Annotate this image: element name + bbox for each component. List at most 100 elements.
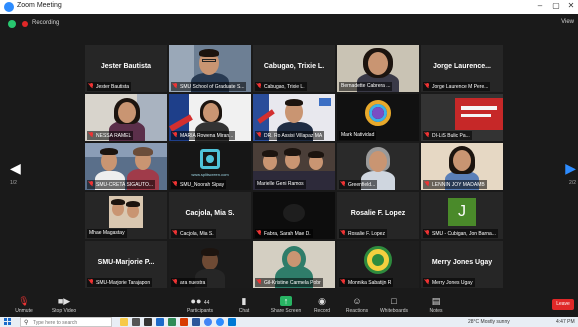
- participant-name-label: Fabra, Sarah Mae D.: [255, 229, 313, 238]
- participant-tile[interactable]: www.splitscreen.com SMU_Noorah Sipay: [169, 143, 251, 190]
- mic-muted-icon: 🎙: [18, 296, 30, 306]
- participant-name-label: Gil-Kristine Carmela Pobr: [255, 278, 323, 287]
- window-title: Zoom Meeting: [17, 2, 62, 9]
- file-explorer-icon[interactable]: [120, 318, 128, 326]
- participant-tile[interactable]: Marielle Geni Ramos: [253, 143, 335, 190]
- participant-display-name: Jester Bautista: [100, 63, 152, 70]
- participant-name-label: DI-LiS Bulic Pa...: [423, 131, 472, 140]
- recording-label[interactable]: Recording: [32, 20, 59, 26]
- security-shield-icon[interactable]: [8, 20, 16, 28]
- participant-name-label: Cacjola, Mia S.: [171, 229, 216, 238]
- participant-tile[interactable]: Jorge Laurence... Jorge Laurence M Pere.…: [421, 45, 503, 92]
- participant-tile[interactable]: MARIA Rowena Miran...: [169, 94, 251, 141]
- unmute-button[interactable]: 🎙 Unmute: [2, 296, 46, 314]
- participant-display-name: Cabugao, Trixie L.: [263, 63, 325, 70]
- participant-tile[interactable]: Monnika Sabatijn R: [337, 241, 419, 288]
- meeting-infobar: Recording View: [0, 14, 578, 34]
- clock-time[interactable]: 4:47 PM: [556, 319, 575, 325]
- participant-tile[interactable]: Cacjola, Mia S. Cacjola, Mia S.: [169, 192, 251, 239]
- chat-button[interactable]: ▮ Chat: [222, 296, 266, 314]
- participant-name-label: Bernadette Cabrera ...: [339, 82, 393, 91]
- participant-name-label: Rosalie F. Lopez: [339, 229, 387, 238]
- participant-tile[interactable]: Merry Jones Ugay Merry Jones Ugay: [421, 241, 503, 288]
- participant-tile[interactable]: Cabugao, Trixie L. Cabugao, Trixie L.: [253, 45, 335, 92]
- participant-tile[interactable]: DI-LiS Bulic Pa...: [421, 94, 503, 141]
- participant-tile[interactable]: Mhae Magastay: [85, 192, 167, 239]
- edge-browser-icon[interactable]: [156, 318, 164, 326]
- participant-tile[interactable]: Gil-Kristine Carmela Pobr: [253, 241, 335, 288]
- taskbar-app-icon[interactable]: [144, 318, 152, 326]
- word-icon[interactable]: [192, 318, 200, 326]
- participant-tile[interactable]: SMU-CRETA SIGAUTO...: [85, 143, 167, 190]
- muted-mic-icon: [425, 83, 430, 89]
- participant-name-label: Marielle Geni Ramos: [255, 180, 306, 189]
- participant-name-label: SMU School of Graduate S...: [171, 82, 247, 91]
- task-view-icon[interactable]: [132, 318, 140, 326]
- minimize-button[interactable]: –: [534, 1, 546, 10]
- participant-tile[interactable]: LENNIN JOY MADAMB: [421, 143, 503, 190]
- view-button[interactable]: View: [561, 19, 574, 25]
- windows-taskbar: ⚲ 28°C Mostly sunny 4:47 PM: [0, 317, 578, 327]
- participant-name-label: Greenfield...: [339, 180, 378, 189]
- screen-share-url: www.splitscreen.com: [191, 172, 229, 177]
- participant-tile[interactable]: Fabra, Sarah Mae D.: [253, 192, 335, 239]
- weather-status[interactable]: 28°C Mostly sunny: [468, 319, 510, 325]
- leave-meeting-button[interactable]: Leave: [552, 299, 574, 310]
- maximize-button[interactable]: ▢: [550, 1, 562, 10]
- participant-tile[interactable]: NESSA RAMEL: [85, 94, 167, 141]
- notes-button[interactable]: ▤ Notes: [414, 296, 458, 314]
- muted-mic-icon: [341, 279, 346, 285]
- stop-video-button[interactable]: ■▶ Stop Video: [42, 296, 86, 314]
- muted-mic-icon: [173, 181, 178, 187]
- muted-mic-icon: [341, 230, 346, 236]
- participant-tile[interactable]: Rosalie F. Lopez Rosalie F. Lopez: [337, 192, 419, 239]
- participant-name-label: NESSA RAMEL: [87, 131, 134, 140]
- taskbar-search-input[interactable]: [33, 319, 109, 326]
- muted-mic-icon: [89, 279, 94, 285]
- next-page-arrow-icon[interactable]: ▶: [565, 160, 576, 177]
- participant-name-label: Merry Jones Ugay: [423, 278, 475, 287]
- outlook-icon[interactable]: [228, 318, 236, 326]
- zoom-taskbar-icon[interactable]: [216, 318, 224, 326]
- participants-icon: ●● 44: [190, 296, 210, 306]
- participant-display-name: SMU-Marjorie P...: [97, 259, 155, 266]
- participant-name-label: ara nuestra: [171, 278, 208, 287]
- participant-tile[interactable]: ara nuestra: [169, 241, 251, 288]
- participants-button[interactable]: ●● 44 Participants: [178, 296, 222, 314]
- close-button[interactable]: ✕: [565, 1, 577, 10]
- muted-mic-icon: [425, 132, 430, 138]
- muted-mic-icon: [425, 181, 430, 187]
- excel-icon[interactable]: [168, 318, 176, 326]
- participant-name-label: Mhae Magastay: [87, 229, 127, 238]
- muted-mic-icon: [173, 83, 178, 89]
- participant-name-label: SMU-Marjorie Tarajapon: [87, 278, 153, 287]
- participant-display-name: Cacjola, Mia S.: [185, 210, 235, 217]
- muted-mic-icon: [173, 230, 178, 236]
- whiteboards-button[interactable]: □ Whiteboards: [372, 296, 416, 314]
- participant-display-name: Jorge Laurence...: [433, 63, 491, 70]
- muted-mic-icon: [89, 132, 94, 138]
- participant-tile-active-speaker[interactable]: Bernadette Cabrera ...: [337, 45, 419, 92]
- participant-tile[interactable]: SMU School of Graduate S...: [169, 45, 251, 92]
- participant-display-name: Merry Jones Ugay: [431, 259, 493, 266]
- participant-tile[interactable]: DR. Ro Assisi Villapaz MA: [253, 94, 335, 141]
- participant-tile[interactable]: Mark Natividad: [337, 94, 419, 141]
- windows-start-icon[interactable]: [4, 318, 12, 326]
- chrome-icon[interactable]: [204, 318, 212, 326]
- search-icon: ⚲: [24, 320, 29, 326]
- participant-tile[interactable]: J SMU - Cubigan, Jon Barna...: [421, 192, 503, 239]
- powerpoint-icon[interactable]: [180, 318, 188, 326]
- gallery-view: Jester Bautista Jester Bautista SMU Scho…: [85, 45, 503, 327]
- participant-name-label: Cabugao, Trixie L.: [255, 82, 307, 91]
- prev-page-arrow-icon[interactable]: ◀: [10, 160, 21, 177]
- taskbar-search[interactable]: ⚲: [20, 317, 112, 327]
- participant-display-name: Rosalie F. Lopez: [350, 210, 406, 217]
- prev-page-number: 1/2: [10, 180, 17, 186]
- participant-name-label: LENNIN JOY MADAMB: [423, 180, 487, 189]
- participant-tile[interactable]: SMU-Marjorie P... SMU-Marjorie Tarajapon: [85, 241, 167, 288]
- share-screen-arrow-icon: ↑: [280, 296, 292, 306]
- video-camera-icon: ■▶: [57, 296, 71, 306]
- participant-tile[interactable]: Jester Bautista Jester Bautista: [85, 45, 167, 92]
- muted-mic-icon: [425, 230, 430, 236]
- participant-tile[interactable]: Greenfield...: [337, 143, 419, 190]
